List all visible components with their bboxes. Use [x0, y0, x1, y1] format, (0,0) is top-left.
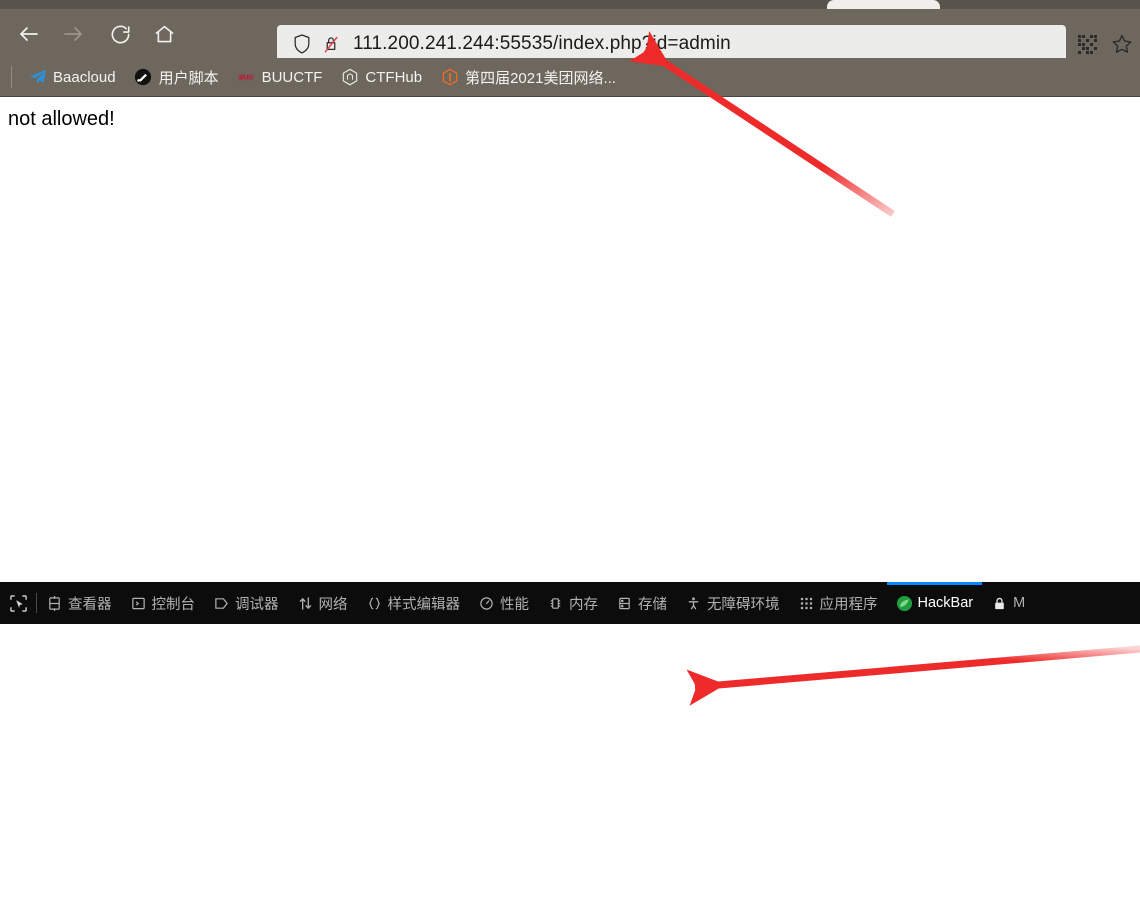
shield-icon[interactable]	[287, 33, 317, 55]
devtools-tab-application[interactable]: 应用程序	[789, 582, 887, 624]
reload-icon	[109, 23, 132, 46]
devtools-tab-label: M	[1013, 595, 1026, 611]
tab-strip	[0, 0, 1140, 9]
bookmark-label: Baacloud	[53, 68, 116, 86]
devtools-tab-overflow[interactable]: M	[982, 582, 1034, 624]
devtools-tab-label: 样式编辑器	[387, 596, 461, 613]
devtools-tab-label: 查看器	[68, 596, 112, 613]
devtools-tab-label: 性能	[500, 596, 529, 613]
page-viewport: not allowed!	[0, 98, 1140, 582]
navigation-toolbar: 111.200.241.244:55535/index.php?id=admin	[0, 9, 1140, 62]
paper-plane-icon	[28, 68, 47, 87]
devtools-tab-label: 应用程序	[819, 596, 878, 613]
bookmark-label: 第四届2021美团网络...	[465, 69, 616, 87]
page-body-text: not allowed!	[8, 108, 115, 130]
home-icon	[153, 23, 176, 46]
bookmark-baacloud[interactable]: Baacloud	[26, 63, 118, 91]
bookmark-label: CTFHub	[365, 68, 423, 86]
bookmark-label: BUUCTF	[261, 68, 323, 86]
devtools-tab-storage[interactable]: 存储	[607, 582, 676, 624]
svg-text:BUU: BUU	[239, 75, 253, 82]
forward-arrow-icon	[61, 22, 85, 46]
reload-button[interactable]	[104, 18, 136, 50]
storage-icon	[616, 595, 633, 612]
home-button[interactable]	[148, 18, 180, 50]
bookmark-buuctf[interactable]: BUU BUUCTF	[235, 63, 325, 91]
qr-code-icon[interactable]	[1077, 34, 1101, 54]
devtools-tab-label: 无障碍环境	[707, 596, 780, 613]
devtools-tab-performance[interactable]: 性能	[469, 582, 538, 624]
back-button[interactable]	[13, 18, 45, 50]
inspector-icon	[46, 595, 63, 612]
devtools-tab-label: 内存	[569, 596, 598, 613]
devtools-tab-style-editor[interactable]: 样式编辑器	[357, 582, 470, 624]
forward-button[interactable]	[57, 18, 89, 50]
tampermonkey-icon	[134, 68, 153, 87]
bookmarks-separator	[11, 66, 12, 88]
lock-broken-icon[interactable]	[317, 33, 345, 55]
devtools-panel: 查看器 控制台 调试器 网络 样式编辑器 性能 内存 存储 无障碍环境 应用程序…	[0, 582, 1140, 908]
devtools-tab-console[interactable]: 控制台	[121, 582, 205, 624]
bookmarks-bar: Baacloud 用户脚本 BUU BUUCTF CTFHub 第四届2021美…	[0, 58, 1140, 97]
devtools-tabbar: 查看器 控制台 调试器 网络 样式编辑器 性能 内存 存储 无障碍环境 应用程序…	[0, 582, 1140, 624]
debugger-icon	[213, 595, 230, 612]
memory-icon	[547, 595, 564, 612]
application-icon	[798, 595, 815, 612]
bookmark-meituan[interactable]: 第四届2021美团网络...	[438, 63, 618, 91]
hackbar-icon	[896, 595, 913, 612]
bookmark-tampermonkey[interactable]: 用户脚本	[132, 63, 221, 91]
performance-icon	[478, 595, 495, 612]
style-editor-icon	[366, 595, 383, 612]
devtools-tab-label: 调试器	[235, 596, 279, 613]
address-bar[interactable]: 111.200.241.244:55535/index.php?id=admin	[277, 25, 1066, 62]
back-arrow-icon	[17, 22, 41, 46]
buuctf-icon: BUU	[237, 68, 256, 87]
devtools-tab-memory[interactable]: 内存	[538, 582, 607, 624]
bookmark-ctfhub[interactable]: CTFHub	[338, 63, 424, 91]
browser-window: 111.200.241.244:55535/index.php?id=admin	[0, 0, 1140, 908]
devtools-tab-debugger[interactable]: 调试器	[204, 582, 288, 624]
devtools-tab-accessibility[interactable]: 无障碍环境	[676, 582, 789, 624]
devtools-tab-inspector[interactable]: 查看器	[37, 582, 121, 624]
lock-icon	[991, 595, 1008, 612]
console-icon	[130, 595, 147, 612]
url-text: 111.200.241.244:55535/index.php?id=admin	[353, 32, 731, 54]
ctfhub-icon	[340, 68, 359, 87]
devtools-tab-network[interactable]: 网络	[288, 582, 357, 624]
devtools-tab-hackbar[interactable]: HackBar	[886, 582, 983, 624]
element-picker-icon[interactable]	[0, 582, 36, 624]
browser-tab-partial[interactable]	[827, 0, 940, 9]
network-icon	[297, 595, 314, 612]
devtools-tab-label: 存储	[638, 596, 667, 613]
devtools-tab-label: 网络	[318, 596, 348, 613]
meituan-icon	[440, 68, 459, 87]
accessibility-icon	[685, 595, 702, 612]
devtools-tab-label: HackBar	[917, 595, 974, 611]
bookmark-label: 用户脚本	[158, 69, 219, 87]
devtools-tab-label: 控制台	[151, 596, 196, 613]
star-icon[interactable]	[1111, 33, 1133, 55]
